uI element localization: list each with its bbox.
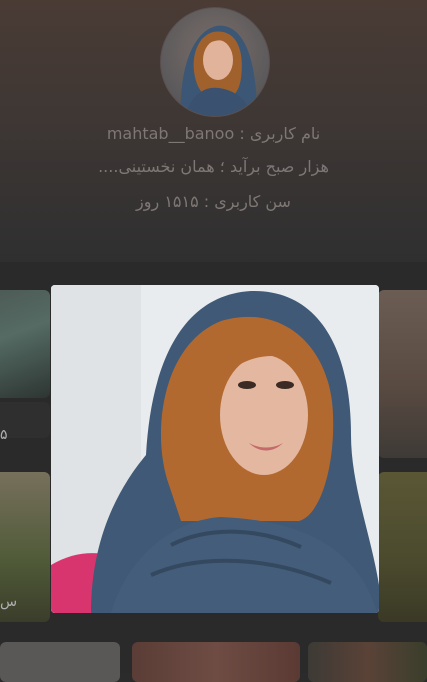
username-label: نام کاربری : bbox=[239, 124, 321, 143]
profile-bio: هزار صبح برآید ؛ همان نخستینی.... bbox=[98, 157, 329, 176]
post-thumbnail[interactable] bbox=[378, 290, 427, 458]
account-age-label: سن کاربری : bbox=[203, 192, 291, 211]
account-age-row: سن کاربری : ۱۵۱۵ روز bbox=[0, 192, 427, 211]
enlarged-profile-photo bbox=[51, 285, 379, 613]
post-caption-fragment: ۵ bbox=[0, 427, 8, 443]
username-row: نام کاربری : mahtab__banoo bbox=[0, 124, 427, 143]
account-age-value: ۱۵۱۵ روز bbox=[136, 192, 199, 211]
post-thumbnail[interactable] bbox=[132, 642, 300, 682]
post-thumbnail[interactable] bbox=[0, 642, 120, 682]
post-caption-fragment: س bbox=[0, 594, 18, 610]
post-thumbnail[interactable] bbox=[0, 290, 50, 398]
post-thumbnail[interactable] bbox=[378, 472, 427, 622]
profile-photo-preview[interactable] bbox=[51, 285, 379, 613]
profile-header: نام کاربری : mahtab__banoo هزار صبح برآی… bbox=[0, 0, 427, 262]
avatar-portrait bbox=[180, 25, 257, 116]
profile-avatar[interactable] bbox=[160, 7, 270, 117]
post-thumbnail[interactable] bbox=[308, 642, 427, 682]
username-value[interactable]: mahtab__banoo bbox=[107, 124, 234, 143]
